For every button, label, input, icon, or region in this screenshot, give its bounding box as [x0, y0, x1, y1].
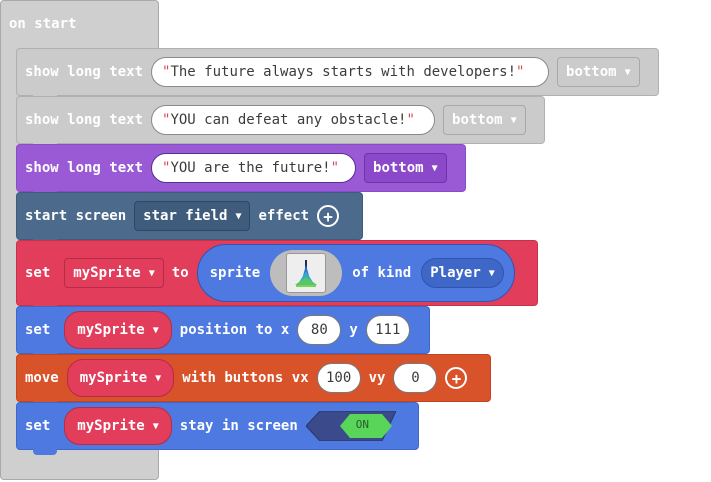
show-long-text-label: show long text: [25, 64, 144, 80]
effect-value: star field: [143, 208, 228, 224]
kind-dropdown[interactable]: Player ▼: [421, 258, 504, 288]
variable-dropdown[interactable]: mySprite ▼: [64, 311, 172, 349]
vy-label: vy: [368, 370, 386, 386]
set-label: set: [25, 322, 51, 338]
variable-dropdown[interactable]: mySprite ▼: [64, 407, 172, 445]
show-long-text-block-3[interactable]: show long text " YOU are the future! " bot…: [16, 144, 466, 197]
position-value: bottom: [373, 160, 424, 176]
variable-value: mySprite: [77, 322, 145, 338]
set-position-block[interactable]: set mySprite ▼ position to x 80 y 111: [16, 306, 430, 359]
move-with-buttons-block[interactable]: move mySprite ▼ with buttons vx 100 vy 0…: [16, 354, 491, 407]
move-label: move: [25, 370, 59, 386]
with-buttons-vx-label: with buttons vx: [182, 370, 309, 386]
chevron-down-icon: ▼: [155, 372, 162, 384]
variable-value: mySprite: [77, 418, 145, 434]
set-label: set: [25, 418, 51, 434]
blocks-workspace: on start show long text " The future alwa…: [0, 0, 711, 482]
position-dropdown-3[interactable]: bottom ▼: [364, 153, 447, 183]
plus-circle-icon[interactable]: +: [445, 367, 468, 389]
position-dropdown-2[interactable]: bottom ▼: [443, 105, 526, 135]
chevron-down-icon: ▼: [431, 162, 438, 174]
long-text-field-1[interactable]: " The future always starts with developer…: [151, 57, 550, 87]
chevron-down-icon: ▼: [235, 210, 242, 222]
toggle-on-label: ON: [355, 418, 370, 431]
y-input[interactable]: 111: [365, 315, 410, 345]
y-value: 111: [375, 322, 401, 338]
variable-value: mySprite: [73, 265, 141, 281]
chevron-down-icon: ▼: [152, 420, 159, 432]
chevron-down-icon: ▼: [488, 267, 495, 279]
variable-value: mySprite: [79, 370, 148, 386]
set-label: set: [25, 265, 51, 281]
long-text-field-2[interactable]: " YOU can defeat any obstacle! ": [151, 105, 436, 135]
vx-input[interactable]: 100: [316, 363, 361, 393]
kind-value: Player: [430, 265, 481, 281]
sprite-label: sprite: [209, 265, 261, 281]
long-text-value: The future always starts with developers…: [170, 64, 517, 80]
show-long-text-label: show long text: [25, 160, 144, 176]
show-long-text-block-1[interactable]: show long text " The future always starts…: [16, 48, 659, 101]
plus-circle-icon[interactable]: +: [317, 205, 340, 227]
position-value: bottom: [452, 112, 503, 128]
vx-value: 100: [325, 370, 352, 386]
chevron-down-icon: ▼: [624, 66, 631, 78]
position-to-x-label: position to x: [179, 322, 290, 338]
stay-in-screen-toggle[interactable]: ON: [305, 410, 397, 442]
show-long-text-block-2[interactable]: show long text " YOU can defeat any obsta…: [16, 96, 545, 149]
vy-value: 0: [411, 370, 420, 386]
long-text-value: YOU can defeat any obstacle!: [170, 112, 407, 128]
variable-dropdown[interactable]: mySprite ▼: [64, 258, 164, 288]
position-dropdown-1[interactable]: bottom ▼: [557, 57, 640, 87]
x-value: 80: [310, 322, 328, 338]
vy-input[interactable]: 0: [393, 363, 438, 393]
long-text-field-3[interactable]: " YOU are the future! ": [151, 153, 357, 183]
y-label: y: [349, 322, 358, 338]
variable-dropdown[interactable]: mySprite ▼: [66, 359, 175, 397]
effect-label: effect: [258, 208, 310, 224]
start-screen-label: start screen: [25, 208, 127, 224]
show-long-text-label: show long text: [25, 112, 144, 128]
start-screen-effect-block[interactable]: start screen star field ▼ effect +: [16, 192, 363, 245]
sprite-thumbnail-icon: [286, 253, 327, 293]
sprite-reporter[interactable]: sprite of kind Player ▼: [196, 244, 515, 302]
x-input[interactable]: 80: [297, 315, 342, 345]
chevron-down-icon: ▼: [148, 267, 155, 279]
set-sprite-block[interactable]: set mySprite ▼ to sprite of kind Player …: [16, 240, 538, 311]
chevron-down-icon: ▼: [510, 114, 517, 126]
of-kind-label: of kind: [352, 265, 412, 281]
on-start-label: on start: [9, 16, 77, 32]
chevron-down-icon: ▼: [152, 324, 159, 336]
position-value: bottom: [566, 64, 617, 80]
to-label: to: [171, 265, 189, 281]
sprite-image-field[interactable]: [270, 250, 343, 296]
effect-dropdown[interactable]: star field ▼: [134, 201, 251, 231]
stay-in-screen-block[interactable]: set mySprite ▼ stay in screen ON: [16, 402, 419, 455]
long-text-value: YOU are the future!: [170, 160, 331, 176]
stay-in-screen-label: stay in screen: [179, 418, 298, 434]
